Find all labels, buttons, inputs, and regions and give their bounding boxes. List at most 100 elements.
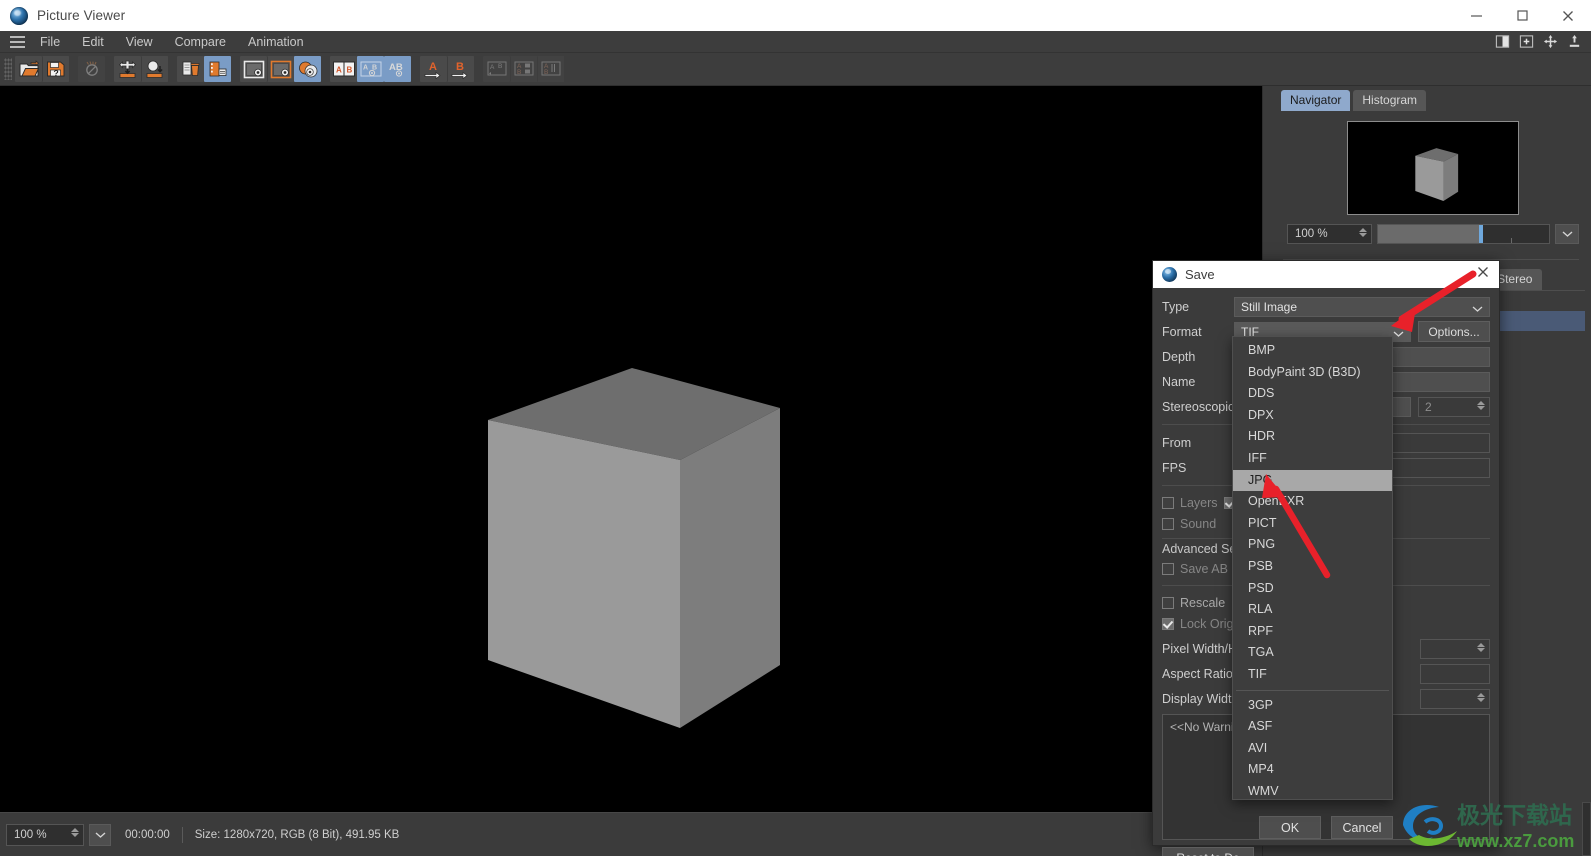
aspect-input[interactable]	[1420, 663, 1490, 684]
lock-label: Lock Origi	[1180, 616, 1237, 631]
zoom-dropdown-button[interactable]	[89, 823, 111, 846]
save-image-button[interactable]: ?	[42, 56, 69, 82]
from-label: From	[1162, 435, 1192, 450]
navigator-zoom-stepper[interactable]	[1359, 228, 1367, 237]
display-input[interactable]	[1420, 688, 1490, 709]
menu-file[interactable]: File	[29, 31, 71, 53]
ok-button[interactable]: OK	[1259, 816, 1321, 839]
type-select[interactable]: Still Image	[1234, 296, 1490, 317]
open-folder-icon	[19, 60, 39, 77]
move-icon[interactable]	[1543, 34, 1558, 49]
reset-to-default-button[interactable]: Reset to De	[1162, 847, 1254, 856]
sound-label: Sound	[1180, 516, 1217, 531]
minimize-button[interactable]	[1453, 0, 1499, 31]
format-item-rla[interactable]: RLA	[1233, 599, 1392, 621]
set-b-button[interactable]: B	[447, 56, 474, 82]
menu-edit[interactable]: Edit	[71, 31, 115, 53]
tab-histogram[interactable]: Histogram	[1353, 90, 1427, 111]
ab-split-button[interactable]: A B	[510, 56, 537, 82]
hamburger-icon[interactable]	[5, 35, 29, 48]
ab-difference-button[interactable]: A B	[537, 56, 564, 82]
format-item-iff[interactable]: IFF	[1233, 448, 1392, 470]
layout-split-icon[interactable]	[1495, 34, 1510, 49]
navigator-zoom-input[interactable]: 100 %	[1287, 224, 1372, 244]
compare-ab-overlay-button[interactable]: A B	[357, 56, 384, 82]
save-ab-checkbox[interactable]	[1162, 562, 1174, 575]
display-stepper[interactable]	[1477, 692, 1485, 702]
ab-compare-icon: A B	[332, 61, 355, 76]
zoom-input[interactable]: 100 %	[6, 823, 84, 846]
menu-view[interactable]: View	[115, 31, 164, 53]
format-item-pict[interactable]: PICT	[1233, 513, 1392, 535]
ab-side-icon: A B	[487, 61, 506, 76]
svg-text:B: B	[456, 61, 464, 73]
format-item-tga[interactable]: TGA	[1233, 642, 1392, 664]
navigator-preview[interactable]	[1347, 121, 1519, 215]
cancel-button[interactable]: Cancel	[1331, 816, 1393, 839]
rescale-checkbox[interactable]	[1162, 596, 1174, 609]
pixel-input[interactable]	[1420, 638, 1490, 659]
format-dropdown-chevron[interactable]	[1393, 327, 1404, 341]
jpg-menu-item[interactable]: JPG	[1233, 469, 1392, 492]
add-view-icon[interactable]	[1519, 34, 1534, 49]
stop-render-button[interactable]	[78, 56, 105, 82]
ab-side-by-side-button[interactable]: A B	[483, 56, 510, 82]
format-item-avi[interactable]: AVI	[1233, 738, 1392, 760]
format-item-hdr[interactable]: HDR	[1233, 426, 1392, 448]
format-item-asf[interactable]: ASF	[1233, 716, 1392, 738]
format-item-3gp[interactable]: 3GP	[1233, 695, 1392, 717]
format-item-rpf[interactable]: RPF	[1233, 621, 1392, 643]
view-single-a-button[interactable]	[240, 56, 267, 82]
watermark-cn: 极光下载站	[1457, 802, 1572, 828]
sphere-down-icon	[146, 60, 163, 78]
chevron-down-icon	[1472, 302, 1483, 316]
format-item-openexr[interactable]: OpenEXR	[1233, 491, 1392, 513]
dock-icon[interactable]	[1567, 34, 1582, 49]
options-button[interactable]: Options...	[1418, 321, 1490, 342]
zoom-stepper[interactable]	[71, 827, 79, 837]
format-item-dds[interactable]: DDS	[1233, 383, 1392, 405]
menu-compare[interactable]: Compare	[164, 31, 237, 53]
toolbar-grip[interactable]	[4, 58, 12, 80]
compare-ab-button[interactable]: A B	[330, 56, 357, 82]
format-item-dpx[interactable]: DPX	[1233, 405, 1392, 427]
view-single-b-button[interactable]	[267, 56, 294, 82]
save-dialog-close-button[interactable]	[1476, 265, 1490, 284]
view-blend-button[interactable]	[294, 56, 321, 82]
maximize-button[interactable]	[1499, 0, 1545, 31]
navigator-zoom-slider[interactable]	[1377, 224, 1550, 244]
lock-checkbox[interactable]	[1162, 617, 1174, 630]
save-disk-icon: ?	[46, 61, 64, 78]
open-image-button[interactable]	[15, 56, 42, 82]
stereoscopic-stepper[interactable]	[1477, 400, 1485, 410]
zoom-value: 100 %	[14, 828, 47, 841]
set-a-button[interactable]: A	[420, 56, 447, 82]
slider-knob[interactable]	[1478, 225, 1483, 243]
format-item-tif[interactable]: TIF	[1233, 664, 1392, 686]
format-item-psb[interactable]: PSB	[1233, 556, 1392, 578]
sound-checkbox[interactable]	[1162, 517, 1174, 530]
toolbar-group-view	[240, 56, 321, 82]
tab-navigator[interactable]: Navigator	[1281, 90, 1351, 111]
send-to-render-queue-button[interactable]	[114, 56, 141, 82]
format-item-mp4[interactable]: MP4	[1233, 759, 1392, 781]
stereoscopic-count-value: 2	[1425, 399, 1432, 414]
stereoscopic-count-input[interactable]: 2	[1418, 396, 1490, 417]
pixel-stepper[interactable]	[1477, 642, 1485, 652]
format-item-psd[interactable]: PSD	[1233, 578, 1392, 600]
delete-frames-button[interactable]	[177, 56, 204, 82]
close-button[interactable]	[1545, 0, 1591, 31]
menu-animation[interactable]: Animation	[237, 31, 315, 53]
filmstrip-button[interactable]	[204, 56, 231, 82]
send-object-button[interactable]	[141, 56, 168, 82]
format-item-wmv[interactable]: WMV	[1233, 781, 1392, 803]
navigator-dropdown-button[interactable]	[1555, 224, 1579, 244]
compare-ab-big-button[interactable]: AB	[384, 56, 411, 82]
format-item-png[interactable]: PNG	[1233, 534, 1392, 556]
layers-checkbox[interactable]	[1162, 496, 1174, 509]
format-item-b3d[interactable]: BodyPaint 3D (B3D)	[1233, 362, 1392, 384]
toolbar-group-setab: A B	[420, 56, 474, 82]
format-item-bmp[interactable]: BMP	[1233, 340, 1392, 362]
svg-text:A: A	[429, 61, 437, 73]
image-canvas[interactable]	[0, 86, 1262, 812]
